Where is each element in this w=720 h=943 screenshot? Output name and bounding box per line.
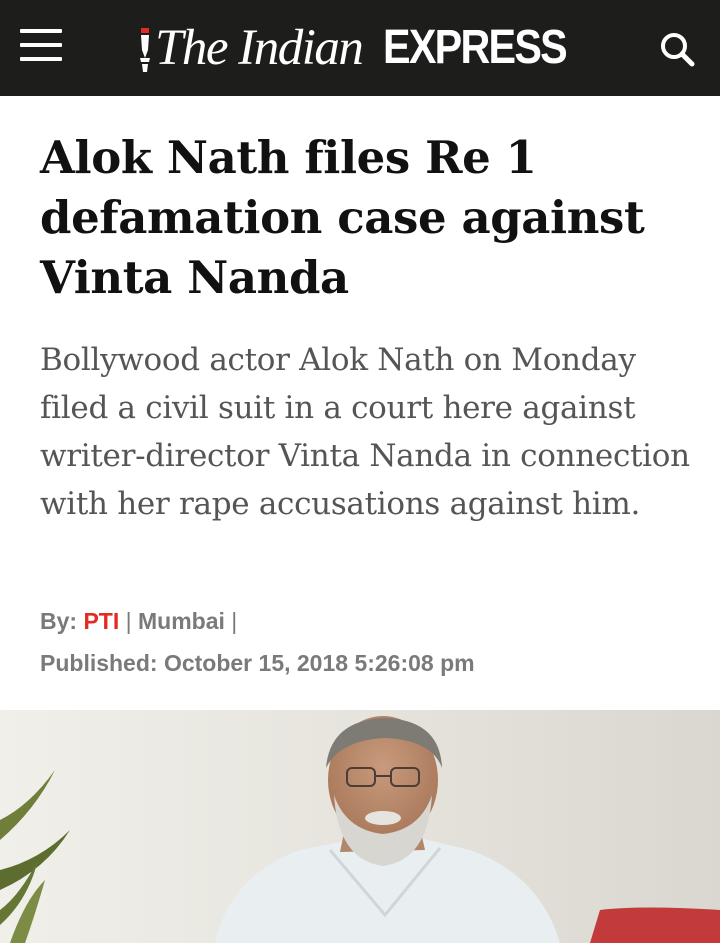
byline-label: By: — [40, 608, 78, 634]
byline-separator-trailing: | — [231, 608, 238, 634]
article-summary: Bollywood actor Alok Nath on Monday file… — [40, 342, 690, 522]
menu-line — [20, 57, 62, 61]
logo-text-express: EXPRESS — [383, 21, 568, 74]
byline-separator: | — [125, 608, 132, 634]
article-byline: By: PTI | Mumbai | — [40, 606, 237, 636]
published-date: October 15, 2018 5:26:08 pm — [163, 650, 475, 676]
hamburger-menu-icon[interactable] — [20, 27, 62, 63]
article-headline: Alok Nath files Re 1 defamation case aga… — [40, 131, 645, 304]
byline-location: Mumbai — [138, 608, 225, 634]
site-logo[interactable]: The Indian EXPRESS — [137, 16, 587, 78]
hero-photo-illustration — [0, 710, 720, 943]
published-timestamp: Published: October 15, 2018 5:26:08 pm — [40, 648, 475, 678]
published-label: Published: — [40, 650, 158, 676]
menu-line — [20, 29, 62, 33]
menu-line — [20, 43, 62, 47]
logo-text-the-indian: The Indian — [155, 20, 364, 76]
article-hero-image[interactable] — [0, 710, 720, 943]
search-icon[interactable] — [656, 28, 698, 70]
pen-nib-logo-icon — [140, 28, 150, 72]
author-link[interactable]: PTI — [83, 608, 119, 634]
top-navigation-bar: The Indian EXPRESS — [0, 0, 720, 96]
